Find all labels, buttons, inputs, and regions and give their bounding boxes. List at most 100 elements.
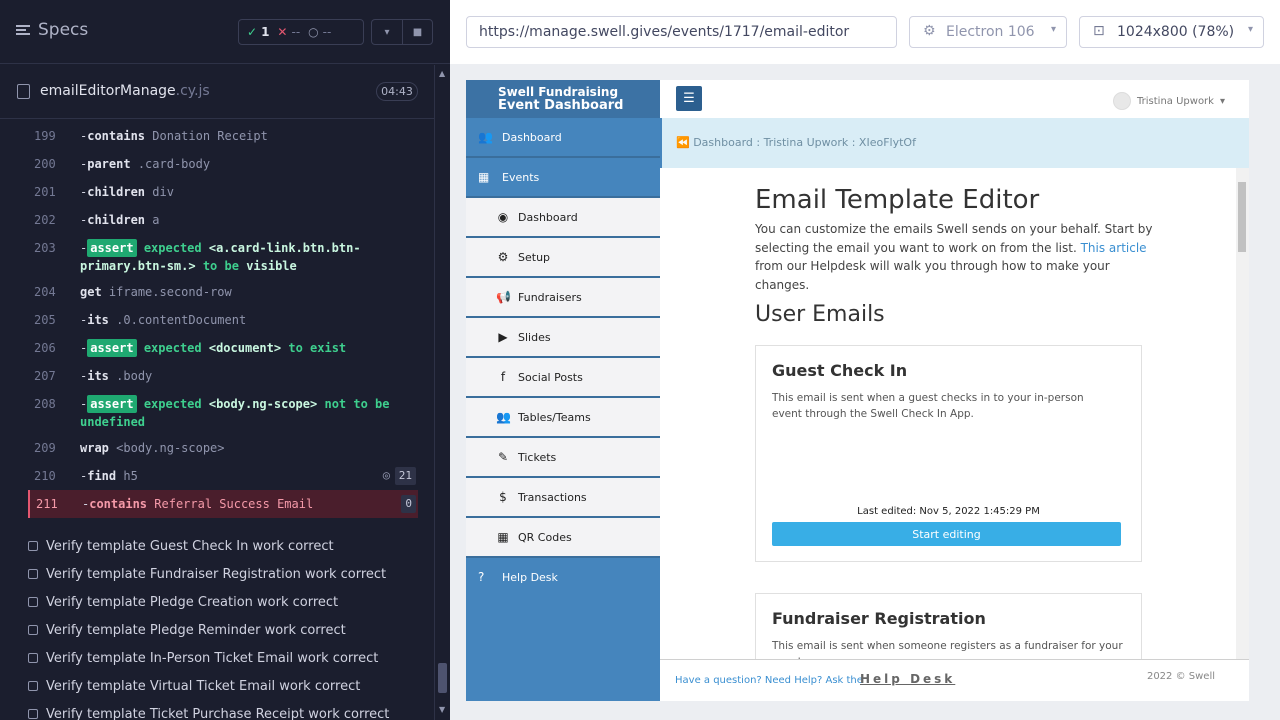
command-name: wrap (80, 441, 109, 455)
test-status-icon (28, 541, 38, 551)
command-log-item[interactable]: 207 -its .body (28, 362, 418, 390)
sidebar-subitem-slides[interactable]: ▶ Slides (466, 318, 660, 358)
assert-text: to exist (288, 341, 347, 355)
test-status-icon (28, 625, 38, 635)
test-status-icon (28, 681, 38, 691)
specs-toggle[interactable]: Specs (16, 20, 88, 40)
element-count: 0 (401, 495, 416, 513)
sidebar-subitem-dashboard[interactable]: ◉ Dashboard (466, 198, 660, 238)
command-arg: iframe.second-row (108, 285, 232, 299)
sidebar-subitem-qr-codes[interactable]: ▦ QR Codes (466, 518, 660, 558)
test-status-icon (28, 653, 38, 663)
assert-badge: assert (87, 339, 137, 357)
card-description: This email is sent when someone register… (772, 640, 1123, 659)
spec-file-name: emailEditorManage.cy.js (40, 83, 210, 99)
sidebar-item-help-desk[interactable]: ? Help Desk (466, 558, 660, 596)
command-log-item[interactable]: 210 -find h5 ◎ 21 (28, 462, 418, 490)
test-item[interactable]: Verify template Guest Check In work corr… (28, 532, 428, 560)
command-name: find (87, 469, 117, 483)
test-item[interactable]: Verify template Pledge Creation work cor… (28, 588, 428, 616)
last-edited: Last edited: Nov 5, 2022 1:45:29 PM (857, 506, 1040, 517)
users-icon: 👥 (496, 410, 511, 424)
command-number: 211 (36, 497, 58, 511)
dashboard-icon: ◉ (497, 210, 509, 224)
chevron-down-icon[interactable]: ▾ (372, 20, 402, 44)
events-submenu: ◉ Dashboard ⚙ Setup 📢 Fundraisers ▶ Slides f Soci… (466, 198, 660, 558)
content-scrollbar[interactable] (1236, 168, 1249, 701)
command-name: contains (89, 497, 148, 511)
sidebar-subitem-label: Tables/Teams (518, 410, 591, 424)
article-link[interactable]: This article (1081, 241, 1147, 255)
hamburger-menu-button[interactable]: ☰ (676, 86, 702, 111)
sidebar-subitem-label: Setup (518, 250, 551, 264)
command-log-item[interactable]: 201 -children div (28, 178, 418, 206)
command-log-scrollbar[interactable]: ▲ ▼ (434, 65, 450, 720)
email-card-fundraiser-registration: Fundraiser Registration This email is se… (755, 593, 1142, 659)
start-editing-button[interactable]: Start editing (772, 522, 1121, 546)
sidebar: 👥 Dashboard ▦ Events ◉ Dashboard ⚙ Setup 📢 Fu… (466, 118, 660, 701)
command-log-item[interactable]: 199 -contains Donation Receipt (28, 122, 418, 150)
test-title: Verify template In-Person Ticket Email w… (46, 650, 379, 666)
sidebar-subitem-label: Transactions (518, 490, 587, 504)
test-item[interactable]: Verify template Fundraiser Registration … (28, 560, 428, 588)
sidebar-subitem-transactions[interactable]: $ Transactions (466, 478, 660, 518)
command-number: 208 (34, 397, 56, 411)
command-log-item[interactable]: 203- assert expected <a.card-link.btn.btn… (28, 234, 418, 280)
assert-text: expected (143, 241, 202, 255)
test-title: Verify template Pledge Creation work cor… (46, 594, 339, 610)
command-number: 203 (34, 241, 56, 255)
command-number: 202 (34, 213, 56, 227)
command-dash: - (80, 341, 88, 355)
scrollbar-thumb[interactable] (438, 663, 447, 693)
test-title: Verify template Fundraiser Registration … (46, 566, 387, 582)
hidden-eye-icon: ◎ (382, 468, 390, 482)
command-log-item[interactable]: 211 -contains Referral Success Email 0 (28, 490, 418, 518)
test-item[interactable]: Verify template Pledge Reminder work cor… (28, 616, 428, 644)
stop-icon[interactable]: ■ (401, 20, 432, 44)
app-viewport: Swell Fundraising Event Dashboard 👥 Dash… (466, 80, 1249, 701)
sidebar-subitem-setup[interactable]: ⚙ Setup (466, 238, 660, 278)
sidebar-item-events[interactable]: ▦ Events (466, 158, 660, 198)
scroll-down-icon[interactable]: ▼ (439, 705, 445, 714)
command-log-item[interactable]: 209 wrap <body.ng-scope> (28, 434, 418, 462)
assert-value: visible (246, 259, 297, 273)
scrollbar-thumb[interactable] (1238, 182, 1246, 252)
page-title: Email Template Editor (755, 185, 1040, 215)
command-arg: <body.ng-scope> (116, 441, 225, 455)
command-log-item[interactable]: 205 -its .0.contentDocument (28, 306, 418, 334)
sidebar-subitem-fundraisers[interactable]: 📢 Fundraisers (466, 278, 660, 318)
command-log-item[interactable]: 208- assert expected <body.ng-scope> not … (28, 390, 418, 436)
brand-logo[interactable]: Swell Fundraising Event Dashboard (466, 80, 660, 118)
command-log-item[interactable]: 200 -parent .card-body (28, 150, 418, 178)
url-bar[interactable]: https://manage.swell.gives/events/1717/e… (466, 16, 897, 48)
scroll-up-icon[interactable]: ▲ (439, 69, 445, 78)
user-menu[interactable]: Tristina Upwork ▾ (1113, 92, 1225, 110)
calendar-icon: ▦ (478, 170, 490, 184)
sidebar-subitem-tables-teams[interactable]: 👥 Tables/Teams (466, 398, 660, 438)
command-arg: .body (116, 369, 153, 383)
command-arg: Donation Receipt (152, 129, 268, 143)
command-log-item[interactable]: 204 get iframe.second-row (28, 278, 418, 306)
file-icon (17, 84, 30, 99)
footer-help-desk-link[interactable]: Help Desk (860, 672, 955, 686)
copyright: 2022 © Swell (1146, 671, 1215, 682)
electron-icon: ⚙ (923, 23, 936, 39)
command-log-item[interactable]: 206 - assert expected <document> to exist (28, 334, 418, 362)
sidebar-subitem-social-posts[interactable]: f Social Posts (466, 358, 660, 398)
command-log-item[interactable]: 202 -children a (28, 206, 418, 234)
browser-selector[interactable]: ⚙ Electron 106 ▾ (909, 16, 1067, 48)
test-item[interactable]: Verify template Virtual Ticket Email wor… (28, 672, 428, 700)
sidebar-subitem-tickets[interactable]: ✎ Tickets (466, 438, 660, 478)
command-number: 210 (34, 469, 56, 483)
test-item[interactable]: Verify template Ticket Purchase Receipt … (28, 700, 428, 720)
command-number: 204 (34, 285, 56, 299)
assert-text: to be (202, 259, 239, 273)
breadcrumb[interactable]: ⏪ Dashboard : Tristina Upwork : XIeoFlyt… (660, 118, 1249, 168)
sidebar-item-dashboard[interactable]: 👥 Dashboard (466, 118, 660, 158)
viewport-selector[interactable]: ⊡ 1024x800 (78%) ▾ (1079, 16, 1264, 48)
test-item[interactable]: Verify template In-Person Ticket Email w… (28, 644, 428, 672)
command-arg: h5 (123, 469, 138, 483)
command-name: its (87, 313, 109, 327)
preview-topbar: https://manage.swell.gives/events/1717/e… (450, 0, 1280, 64)
back-icon: ⏪ (676, 136, 690, 149)
